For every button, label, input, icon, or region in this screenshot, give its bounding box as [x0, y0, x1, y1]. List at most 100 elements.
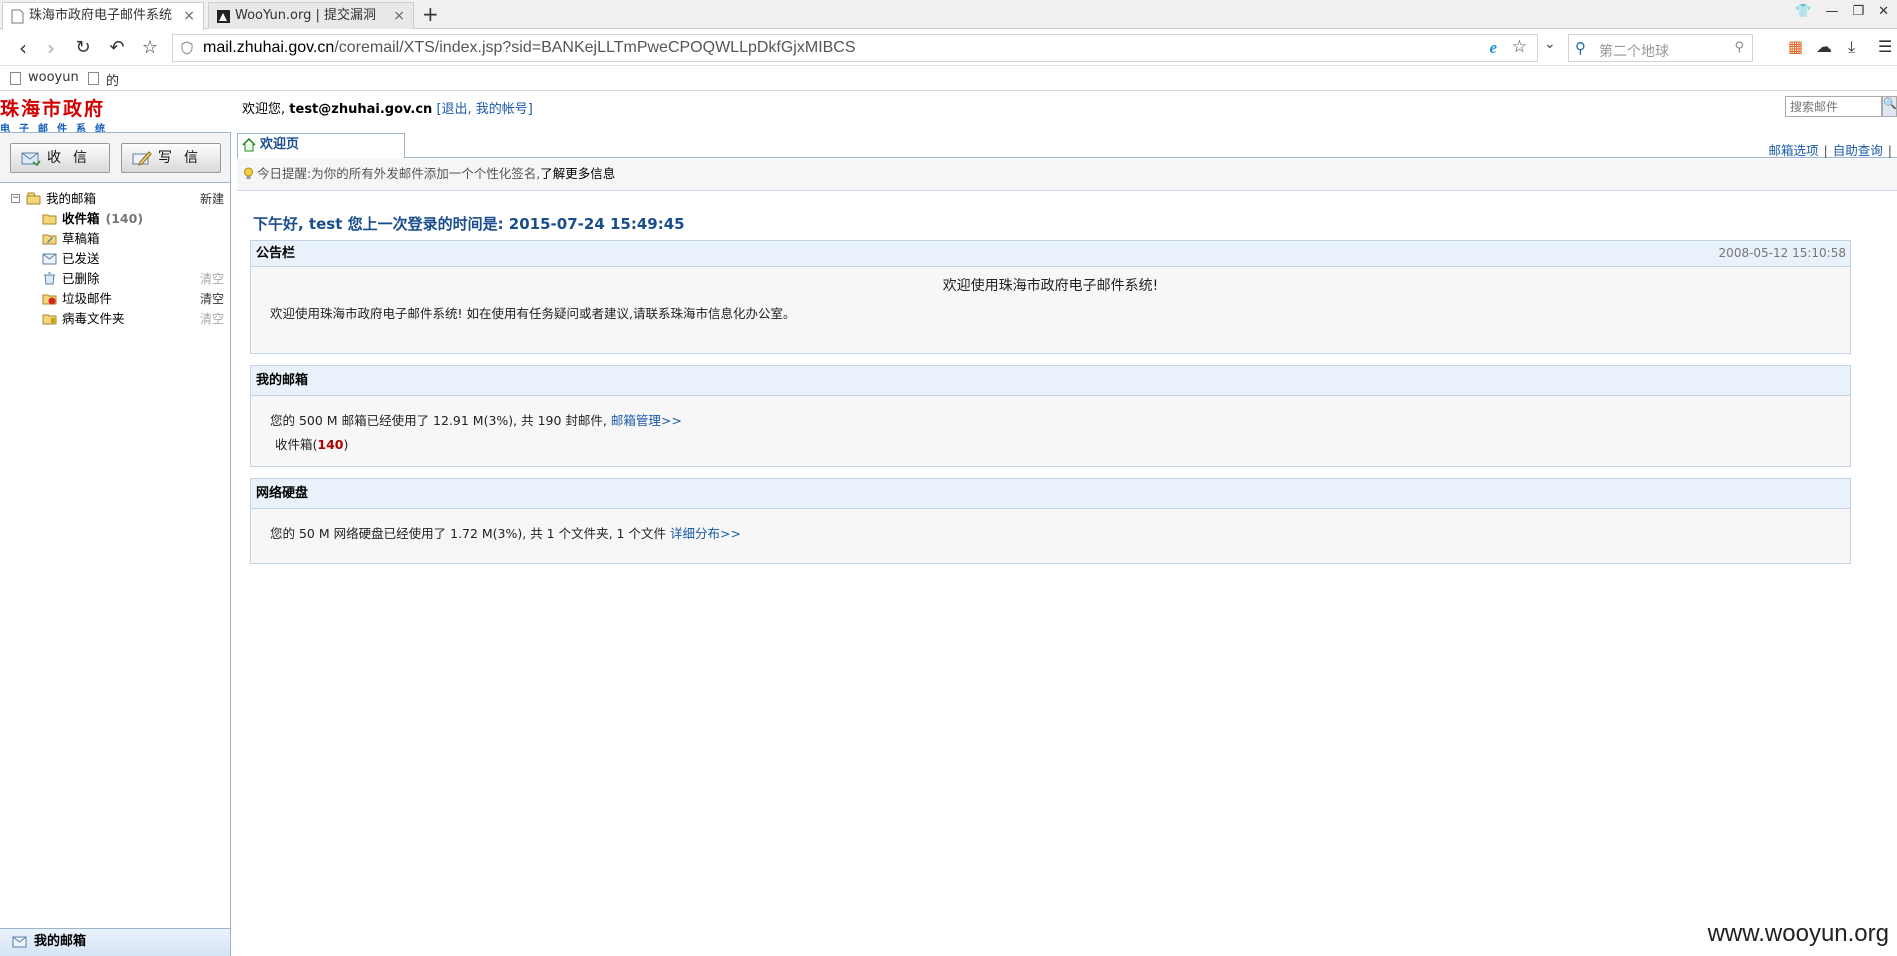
announcement-date: 2008-05-12 15:10:58 — [1718, 246, 1846, 260]
announcement-text: 欢迎使用珠海市政府电子邮件系统! 如在使用有任务疑问或者建议,请联系珠海市信息化… — [270, 306, 796, 321]
close-icon[interactable]: × — [183, 3, 195, 29]
detail-link[interactable]: 详细分布>> — [670, 526, 741, 541]
new-tab-button[interactable]: + — [422, 2, 439, 26]
shirt-icon[interactable]: 👕 — [1795, 4, 1811, 19]
shield-icon — [181, 41, 193, 55]
restore-icon[interactable]: ❐ — [1852, 4, 1864, 19]
folder-sent[interactable]: 已发送 — [0, 249, 230, 269]
netdisk-panel: 网络硬盘 您的 50 M 网络硬盘已经使用了 1.72 M(3%), 共 1 个… — [250, 478, 1851, 564]
address-bar[interactable]: mail.zhuhai.gov.cn/coremail/XTS/index.js… — [172, 34, 1538, 62]
empty-virus-link[interactable]: 清空 — [200, 309, 224, 329]
mail-search-input[interactable] — [1785, 96, 1882, 117]
window-controls: 👕 — ❐ ✕ — [1795, 4, 1889, 19]
browser-tab-wooyun[interactable]: WooYun.org | 提交漏洞 × — [208, 2, 414, 29]
search-icon[interactable]: 🔍 — [1882, 96, 1897, 117]
announcement-panel: 公告栏 2008-05-12 15:10:58 欢迎使用珠海市政府电子邮件系统!… — [250, 240, 1851, 354]
folder-spam[interactable]: 垃圾邮件 清空 — [0, 289, 230, 309]
panel-header: 我的邮箱 — [251, 366, 1850, 396]
bookmark-star-icon[interactable]: ☆ — [1512, 37, 1527, 57]
learn-more-link[interactable]: 了解更多信息 — [540, 166, 615, 181]
receive-mail-icon — [21, 152, 41, 166]
main-content: 欢迎页 邮箱选项 | 自助查询 | 今日提醒:为你的所有外发邮件添加一个个性化签名,了… — [237, 132, 1897, 956]
logo: 珠海市政府 电子邮件系统 — [0, 98, 114, 135]
chevron-down-icon[interactable]: ⌄ — [1544, 36, 1556, 52]
browser-tabbar: 珠海市政府电子邮件系统 × WooYun.org | 提交漏洞 × + 👕 — … — [0, 0, 1897, 30]
action-buttons: 收信 写信 — [0, 133, 230, 183]
tab-title: WooYun.org | 提交漏洞 — [235, 8, 377, 23]
panel-header: 网络硬盘 — [251, 479, 1850, 509]
greeting: 下午好, test 您上一次登录的时间是: 2015-07-24 15:49:4… — [253, 215, 685, 233]
folder-virus[interactable]: 病毒文件夹 清空 — [0, 309, 230, 329]
ie-mode-icon[interactable]: e — [1489, 38, 1497, 58]
search-go-icon[interactable]: ⚲ — [1734, 40, 1744, 55]
tab-welcome[interactable]: 欢迎页 — [237, 133, 405, 159]
browser-search-input[interactable]: ⚲ 第二个地球 ⚲ — [1568, 34, 1753, 62]
announcement-headline: 欢迎使用珠海市政府电子邮件系统! — [942, 278, 1159, 294]
user-email: test@zhuhai.gov.cn — [289, 102, 433, 117]
browser-tab-mail[interactable]: 珠海市政府电子邮件系统 × — [2, 2, 204, 30]
browser-navbar: ‹ › ↻ ↶ ☆ mail.zhuhai.gov.cn/coremail/XT… — [0, 30, 1897, 66]
folder-inbox[interactable]: 收件箱 (140) — [0, 209, 230, 229]
folder-icon — [42, 214, 57, 225]
panel-header: 公告栏 2008-05-12 15:10:58 — [251, 241, 1850, 267]
search-icon: ⚲ — [1575, 39, 1586, 57]
welcome-text: 欢迎您, test@zhuhai.gov.cn [退出, 我的帐号] — [242, 102, 533, 117]
lightbulb-icon — [244, 167, 253, 179]
sidebar: 收信 写信 − 我的邮箱 新建 收件箱 (140) 草稿箱 已发送 已删除 清空… — [0, 132, 231, 956]
new-folder-link[interactable]: 新建 — [200, 189, 224, 209]
back-icon[interactable]: ‹ — [10, 35, 36, 61]
wooyun-icon — [217, 10, 230, 23]
virus-folder-icon — [42, 314, 57, 325]
sidebar-footer-mailbox[interactable]: 我的邮箱 — [0, 928, 230, 956]
unread-count: (140) — [105, 211, 144, 226]
apps-grid-icon[interactable]: ▦ — [1788, 37, 1803, 56]
forward-icon[interactable]: › — [38, 35, 64, 61]
favorite-icon[interactable]: ☆ — [137, 35, 163, 61]
minimize-icon[interactable]: — — [1825, 4, 1838, 19]
close-window-icon[interactable]: ✕ — [1878, 4, 1889, 19]
collapse-icon[interactable]: − — [11, 194, 20, 203]
receive-button[interactable]: 收信 — [10, 143, 110, 173]
self-service-link[interactable]: 自助查询 — [1833, 143, 1883, 158]
tip-bar: 今日提醒:为你的所有外发邮件添加一个个性化签名,了解更多信息 — [237, 159, 1897, 191]
sent-icon — [42, 253, 57, 265]
download-icon[interactable]: ⤓ — [1848, 37, 1855, 57]
page-icon — [88, 72, 99, 85]
page-icon — [10, 72, 21, 85]
home-icon — [242, 138, 256, 152]
bookmark-item[interactable]: 的 — [88, 70, 119, 89]
undo-icon[interactable]: ↶ — [104, 35, 130, 61]
trash-icon — [44, 272, 55, 285]
menu-icon[interactable]: ☰ — [1878, 37, 1892, 56]
empty-spam-link[interactable]: 清空 — [200, 289, 224, 309]
url-text: mail.zhuhai.gov.cn/coremail/XTS/index.js… — [203, 39, 856, 56]
reload-icon[interactable]: ↻ — [70, 35, 96, 61]
folder-root[interactable]: − 我的邮箱 新建 — [0, 189, 230, 209]
page-icon — [11, 9, 24, 24]
compose-button[interactable]: 写信 — [121, 143, 221, 173]
top-links: 邮箱选项 | 自助查询 | — [1768, 143, 1892, 158]
folder-drafts[interactable]: 草稿箱 — [0, 229, 230, 249]
netdisk-usage: 您的 50 M 网络硬盘已经使用了 1.72 M(3%), 共 1 个文件夹, … — [270, 526, 741, 541]
empty-trash-link[interactable]: 清空 — [200, 269, 224, 289]
spam-icon — [42, 294, 57, 305]
mailbox-icon — [26, 192, 41, 205]
account-links[interactable]: [退出, 我的帐号] — [436, 102, 532, 117]
bookmark-item[interactable]: wooyun — [10, 70, 79, 85]
folder-trash[interactable]: 已删除 清空 — [0, 269, 230, 289]
inbox-summary[interactable]: 收件箱(140) — [251, 434, 1850, 453]
bookmarks-bar: wooyun 的 — [0, 67, 1897, 91]
drafts-icon — [42, 234, 57, 245]
watermark: www.wooyun.org — [1707, 920, 1889, 947]
cloud-icon[interactable]: ☁ — [1816, 37, 1832, 56]
mail-app: 珠海市政府 电子邮件系统 欢迎您, test@zhuhai.gov.cn [退出… — [0, 92, 1897, 956]
folder-tree: − 我的邮箱 新建 收件箱 (140) 草稿箱 已发送 已删除 清空 垃圾邮件 … — [0, 189, 230, 329]
mailbox-icon — [12, 936, 27, 948]
inbox-count: 140 — [317, 437, 344, 452]
mailbox-options-link[interactable]: 邮箱选项 — [1769, 143, 1819, 158]
content-tabstrip: 欢迎页 邮箱选项 | 自助查询 | — [237, 132, 1897, 159]
close-icon[interactable]: × — [393, 3, 405, 29]
compose-icon — [132, 151, 152, 166]
mailbox-panel: 我的邮箱 您的 500 M 邮箱已经使用了 12.91 M(3%), 共 190… — [250, 365, 1851, 467]
mailbox-manage-link[interactable]: 邮箱管理>> — [611, 413, 682, 428]
